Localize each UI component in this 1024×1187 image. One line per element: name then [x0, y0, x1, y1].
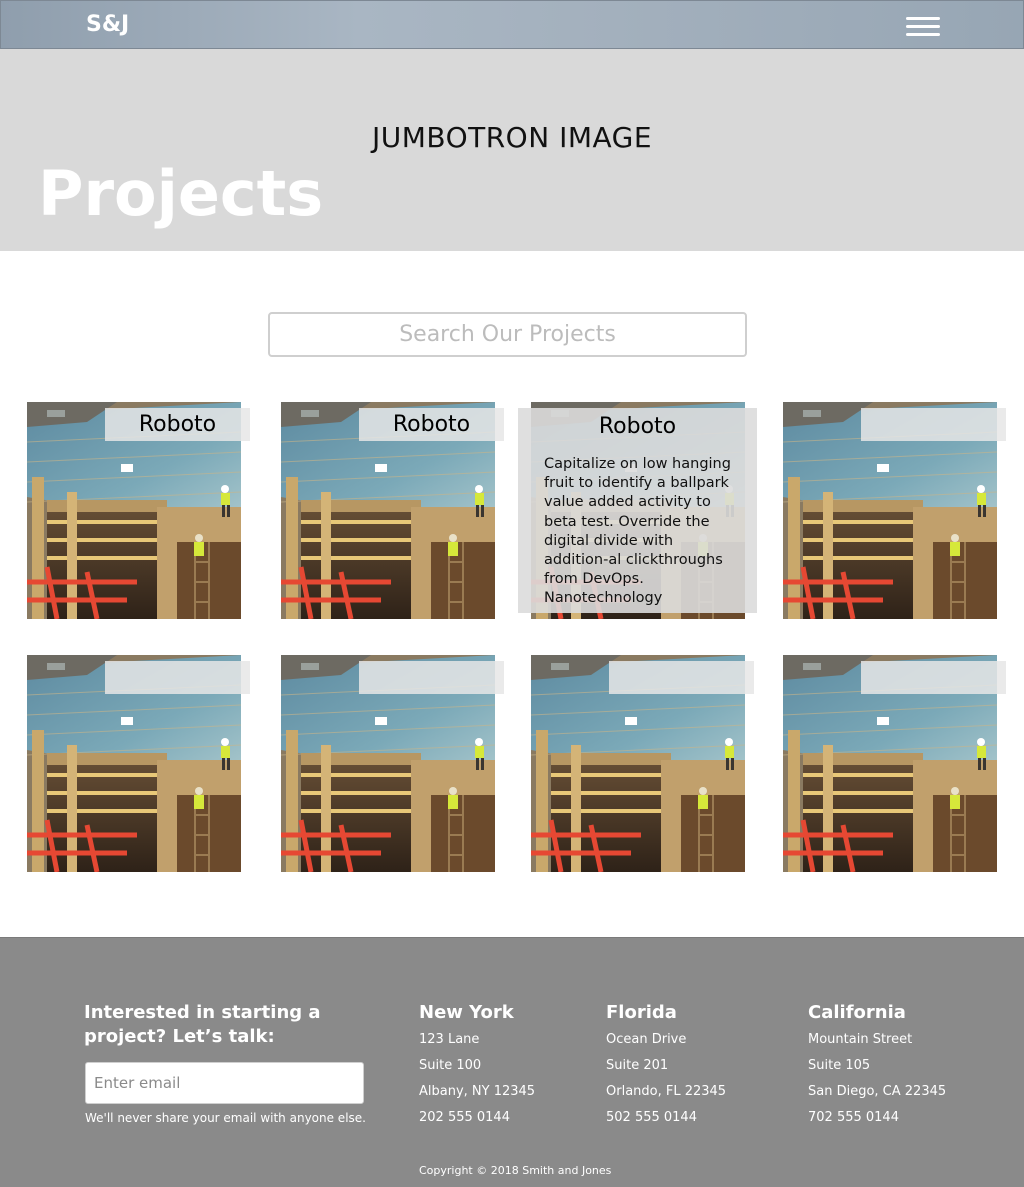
project-label[interactable]: Roboto: [359, 408, 504, 441]
office-name: Florida: [606, 1002, 677, 1023]
jumbotron: JUMBOTRON IMAGE Projects: [0, 49, 1024, 251]
project-label[interactable]: [359, 661, 504, 694]
office-name: New York: [419, 1002, 514, 1023]
copyright: Copyright © 2018 Smith and Jones: [419, 1164, 612, 1177]
office-address-line: Suite 105: [808, 1058, 871, 1073]
office-address-line: San Diego, CA 22345: [808, 1084, 947, 1099]
project-hover-overlay[interactable]: Roboto Capitalize on low hanging fruit t…: [518, 408, 757, 613]
office-california: California Mountain Street Suite 105 San…: [808, 1001, 946, 1131]
project-label[interactable]: [861, 661, 1006, 694]
office-phone[interactable]: 702 555 0144: [808, 1105, 946, 1131]
project-label[interactable]: [609, 661, 754, 694]
project-label[interactable]: Roboto: [105, 408, 250, 441]
office-address-line: Mountain Street: [808, 1032, 913, 1047]
project-label[interactable]: [105, 661, 250, 694]
hamburger-icon[interactable]: [906, 15, 940, 39]
office-new-york: New York 123 Lane Suite 100 Albany, NY 1…: [419, 1001, 535, 1131]
office-address-line: Albany, NY 12345: [419, 1084, 536, 1099]
footer: Interested in starting a project? Let’s …: [0, 937, 1024, 1187]
office-address-line: Orlando, FL 22345: [606, 1084, 727, 1099]
email-field[interactable]: [85, 1062, 364, 1104]
project-description: Capitalize on low hanging fruit to ident…: [544, 456, 731, 607]
office-phone[interactable]: 502 555 0144: [606, 1105, 726, 1131]
project-label: Roboto: [598, 414, 677, 439]
jumbotron-caption: JUMBOTRON IMAGE: [371, 121, 653, 154]
contact-heading: Interested in starting a project? Let’s …: [84, 1002, 321, 1047]
office-phone[interactable]: 202 555 0144: [419, 1105, 535, 1131]
search-input[interactable]: [268, 312, 747, 357]
office-address-line: Suite 201: [606, 1058, 669, 1073]
page-title: Projects: [38, 157, 324, 230]
brand-logo[interactable]: S&J: [86, 12, 129, 37]
office-address-line: Ocean Drive: [606, 1032, 687, 1047]
office-florida: Florida Ocean Drive Suite 201 Orlando, F…: [606, 1001, 726, 1131]
navbar: S&J: [0, 0, 1024, 49]
project-label[interactable]: [861, 408, 1006, 441]
office-address-line: Suite 100: [419, 1058, 482, 1073]
office-address-line: 123 Lane: [419, 1032, 480, 1047]
office-name: California: [808, 1002, 906, 1023]
privacy-note: We'll never share your email with anyone…: [85, 1111, 366, 1125]
